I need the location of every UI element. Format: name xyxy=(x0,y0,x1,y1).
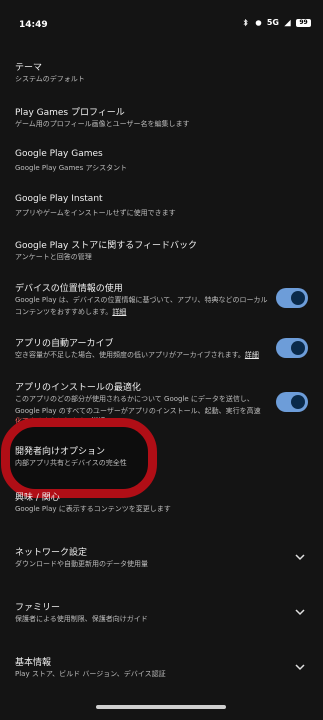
setting-title: Google Play Instant xyxy=(15,194,103,204)
setting-desc-line: このアプリのどの部分が使用されるかについて Google にデータを送信し、 xyxy=(15,395,254,403)
setting-title: 興味 / 関心 xyxy=(15,493,60,503)
setting-title: デバイスの位置情報の使用 xyxy=(15,284,123,294)
setting-title: ファミリー xyxy=(15,603,61,613)
setting-title: アプリのインストールの最適化 xyxy=(15,383,141,393)
network-label: 5G xyxy=(266,18,279,27)
setting-subtitle: アンケートと回答の管理 xyxy=(15,253,92,261)
setting-about[interactable]: 基本情報 Play ストア、ビルド バージョン、デバイス認証 xyxy=(0,651,323,687)
setting-interests[interactable]: 興味 / 関心 Google Play に表示するコンテンツを変更します xyxy=(0,486,323,522)
setting-desc-line-2: コンテンツをおすすめします。詳細 xyxy=(15,308,127,316)
location-toggle[interactable] xyxy=(276,288,308,308)
setting-title: Google Play Games xyxy=(15,149,103,159)
setting-title: テーマ xyxy=(15,63,43,73)
setting-title: 基本情報 xyxy=(15,658,52,668)
setting-subtitle: Play ストア、ビルド バージョン、デバイス認証 xyxy=(15,670,166,678)
setting-network[interactable]: ネットワーク設定 ダウンロードや自動更新用のデータ使用量 xyxy=(0,541,323,577)
setting-title: Google Play ストアに関するフィードバック xyxy=(15,241,198,251)
signal-icon xyxy=(284,19,291,26)
bluetooth-icon xyxy=(243,18,248,26)
setting-desc-line: Google Play は、デバイスの位置情報に基づいて、アプリ、特典などのロー… xyxy=(15,296,268,304)
home-indicator[interactable] xyxy=(96,705,226,709)
chevron-down-icon[interactable] xyxy=(295,608,305,616)
setting-subtitle: 内部アプリ共有とデバイスの完全性 xyxy=(15,459,127,467)
setting-subtitle: Google Play に表示するコンテンツを変更します xyxy=(15,505,171,513)
setting-theme[interactable]: テーマ システムのデフォルト xyxy=(0,56,323,92)
setting-title: Play Games プロフィール xyxy=(15,108,125,118)
vibrate-icon xyxy=(255,19,262,26)
setting-title: アプリの自動アーカイブ xyxy=(15,339,114,349)
setting-feedback[interactable]: Google Play ストアに関するフィードバック アンケートと回答の管理 xyxy=(0,234,323,270)
status-time: 14:49 xyxy=(19,20,48,30)
detail-link[interactable]: 詳細 xyxy=(112,308,126,316)
setting-title: 開発者向けオプション xyxy=(15,447,106,457)
setting-title: ネットワーク設定 xyxy=(15,548,88,558)
setting-desc-line: 空き容量が不足した場合、使用頻度の低いアプリがアーカイブされます。詳細 xyxy=(15,351,259,359)
chevron-down-icon[interactable] xyxy=(295,663,305,671)
setting-google-play-games[interactable]: Google Play Games Google Play Games アシスタ… xyxy=(0,145,323,181)
setting-auto-archive[interactable]: アプリの自動アーカイブ 空き容量が不足した場合、使用頻度の低いアプリがアーカイブ… xyxy=(0,332,323,368)
battery-icon: 99 xyxy=(296,18,311,27)
setting-subtitle: ゲーム用のプロフィール画像とユーザー名を編集します xyxy=(15,120,190,128)
setting-subtitle: ダウンロードや自動更新用のデータ使用量 xyxy=(15,560,148,568)
setting-developer-options[interactable]: 開発者向けオプション 内部アプリ共有とデバイスの完全性 xyxy=(0,440,323,476)
setting-subtitle: Google Play Games アシスタント xyxy=(15,164,128,172)
setting-subtitle: 保護者による使用制限、保護者向けガイド xyxy=(15,615,148,623)
chevron-down-icon[interactable] xyxy=(295,553,305,561)
install-optimization-toggle[interactable] xyxy=(276,392,308,412)
auto-archive-toggle[interactable] xyxy=(276,338,308,358)
setting-subtitle: アプリやゲームをインストールせずに使用できます xyxy=(15,209,176,217)
setting-google-play-instant[interactable]: Google Play Instant アプリやゲームをインストールせずに使用で… xyxy=(0,190,323,226)
status-bar: 14:49 5G 99 xyxy=(0,0,323,44)
setting-device-location[interactable]: デバイスの位置情報の使用 Google Play は、デバイスの位置情報に基づい… xyxy=(0,277,323,323)
setting-family[interactable]: ファミリー 保護者による使用制限、保護者向けガイド xyxy=(0,596,323,632)
setting-subtitle: システムのデフォルト xyxy=(15,75,85,83)
detail-link[interactable]: 詳細 xyxy=(245,351,259,359)
setting-play-games-profile[interactable]: Play Games プロフィール ゲーム用のプロフィール画像とユーザー名を編集… xyxy=(0,101,323,137)
